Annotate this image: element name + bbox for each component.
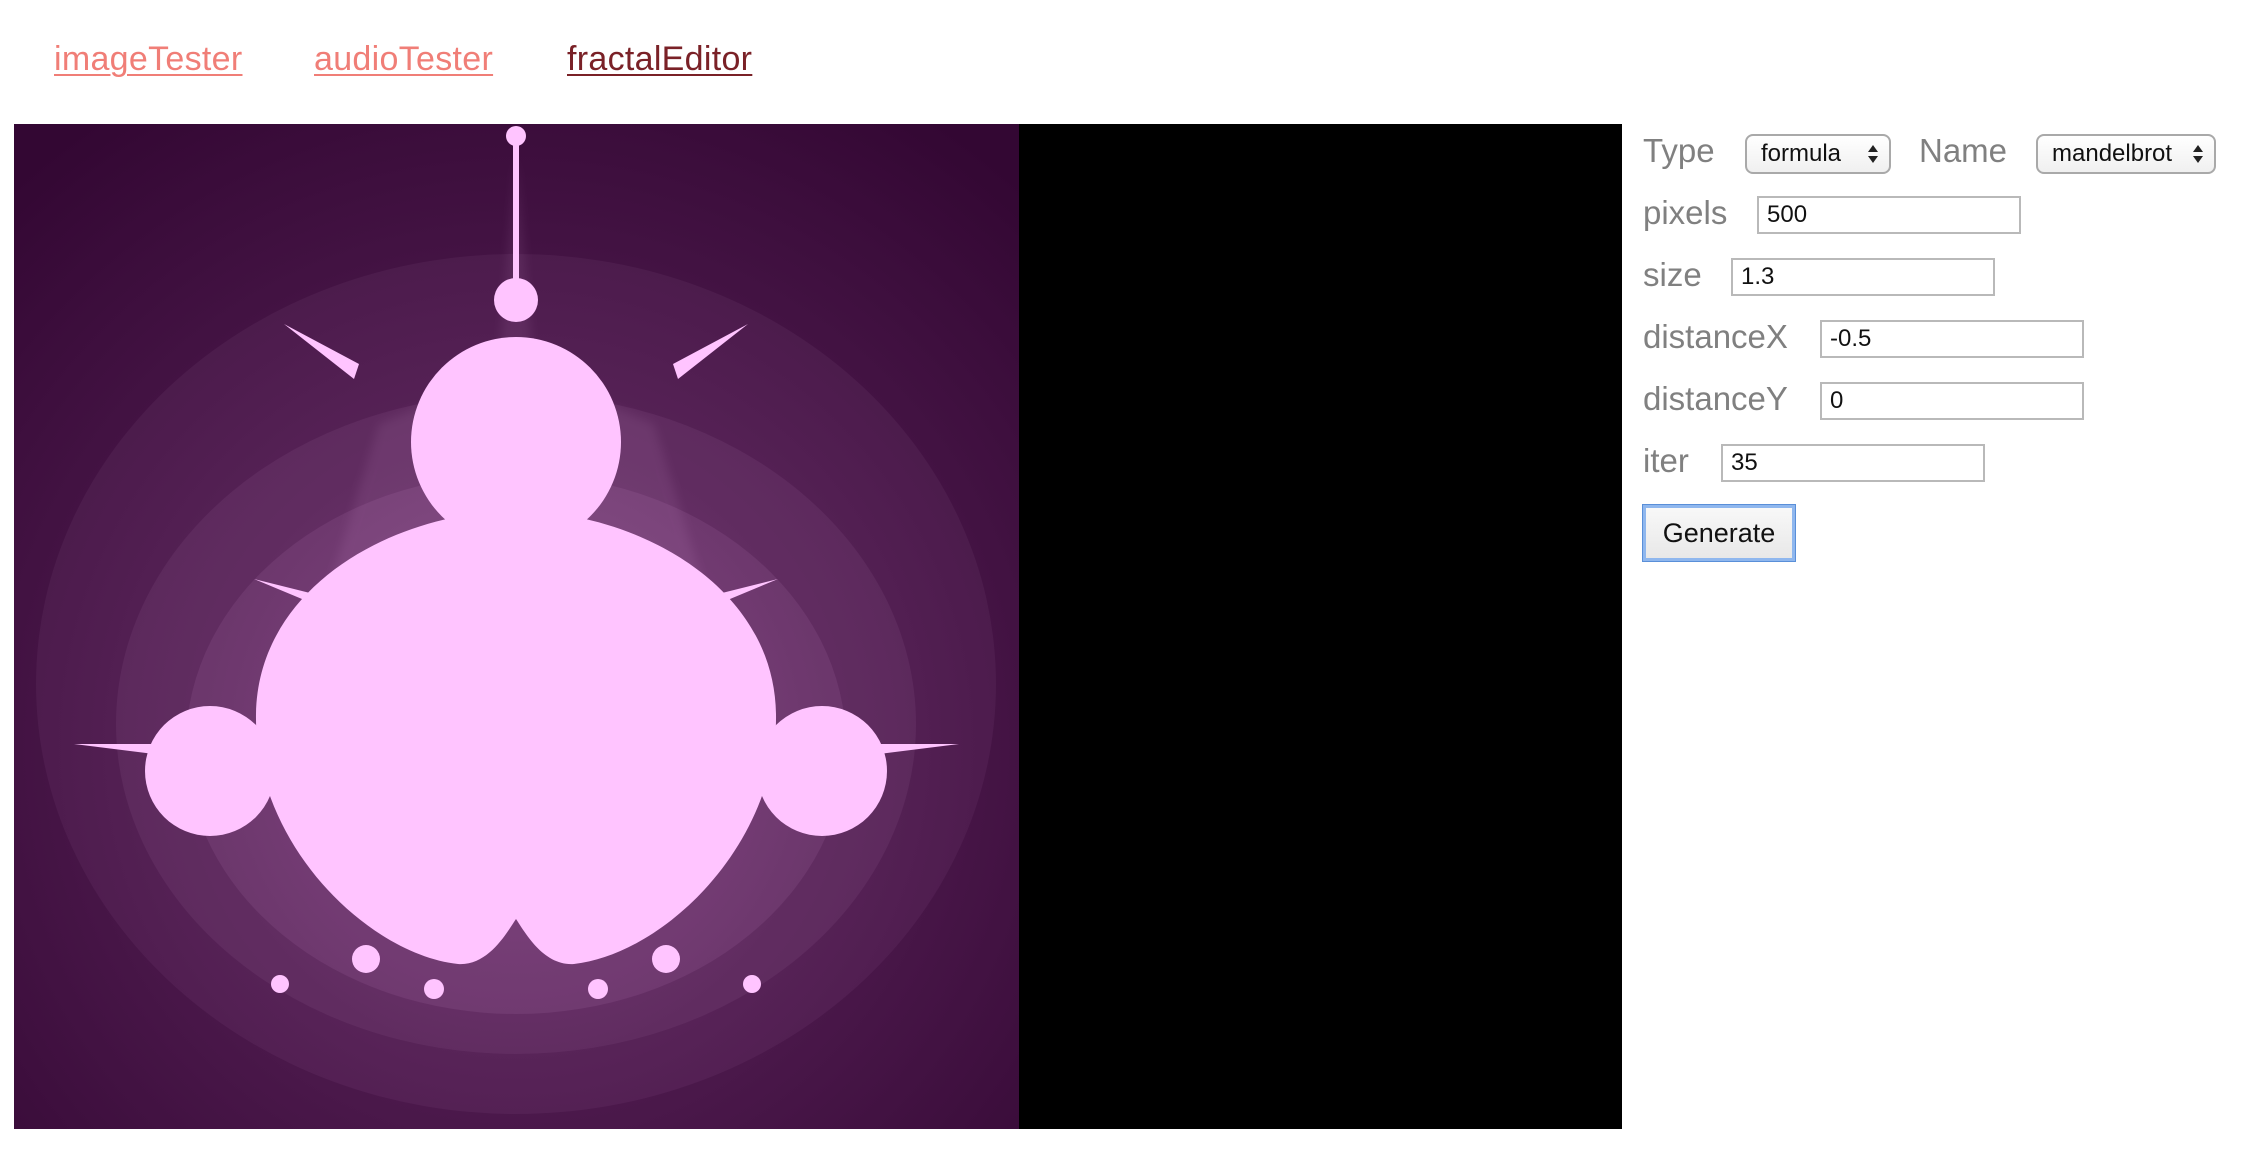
pixels-label: pixels [1643,194,1728,231]
distance-y-label: distanceY [1643,380,1788,417]
distance-x-label: distanceX [1643,318,1788,355]
size-label: size [1643,256,1702,293]
fractal-canvas[interactable] [14,124,1622,1129]
pixels-input[interactable] [1757,196,2021,234]
select-arrows-icon [2193,145,2203,163]
name-select[interactable]: mandelbrot [2036,134,2216,174]
nav-link-fractal-editor[interactable]: fractalEditor [567,40,752,79]
generate-button[interactable]: Generate [1642,504,1796,562]
iter-label: iter [1643,442,1689,479]
fractal-unrendered-area [1019,124,1622,1129]
distance-x-input[interactable] [1820,320,2084,358]
size-input[interactable] [1731,258,1995,296]
type-label: Type [1643,132,1715,169]
nav-link-image-tester[interactable]: imageTester [54,40,243,79]
nav-link-audio-tester[interactable]: audioTester [314,40,493,79]
fractal-render [14,124,1622,1129]
top-nav: imageTester audioTester fractalEditor [0,0,2242,124]
name-label: Name [1919,132,2008,169]
distance-y-input[interactable] [1820,382,2084,420]
name-select-value: mandelbrot [2052,140,2173,167]
type-select-value: formula [1761,140,1842,167]
type-select[interactable]: formula [1745,134,1891,174]
select-arrows-icon [1868,145,1878,163]
iter-input[interactable] [1721,444,1985,482]
